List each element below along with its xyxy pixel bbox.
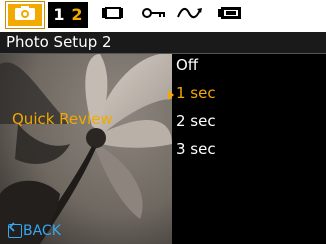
option-1-sec[interactable]: 1 sec (168, 82, 326, 108)
option-label: 1 sec (176, 84, 216, 102)
option-list: Off 1 sec 2 sec 3 sec (168, 54, 326, 244)
back-arrow-icon (8, 222, 22, 238)
menu-title-bar: Photo Setup 2 (0, 32, 326, 54)
playback-icon (176, 5, 204, 26)
page-2-tab[interactable]: 2 (68, 5, 86, 25)
tab-movie[interactable] (92, 2, 132, 28)
option-label: 3 sec (176, 140, 216, 158)
option-label: Off (176, 56, 199, 74)
tab-battery[interactable] (210, 2, 250, 28)
movie-icon (100, 5, 124, 26)
page-selector: 1 2 (48, 2, 88, 28)
back-label: BACK (23, 223, 61, 239)
key-icon (141, 5, 167, 26)
setting-name: Quick Review (12, 110, 113, 128)
camera-menu-screen: 1 2 Photo Setup 2 Quick Review BACK Off … (0, 0, 326, 244)
back-button[interactable]: BACK (8, 222, 61, 240)
option-label: 2 sec (176, 112, 216, 130)
page-1-tab[interactable]: 1 (50, 5, 68, 25)
page-title: Photo Setup 2 (6, 33, 112, 51)
selection-arrow-icon (168, 90, 174, 100)
tab-camera[interactable] (5, 1, 45, 29)
tab-playback[interactable] (170, 2, 210, 28)
menu-tab-bar: 1 2 (0, 0, 326, 32)
menu-content: Quick Review BACK Off 1 sec 2 sec 3 sec (0, 54, 326, 244)
tab-setup[interactable] (134, 2, 174, 28)
option-2-sec[interactable]: 2 sec (172, 110, 326, 136)
camera-icon (14, 5, 36, 26)
option-3-sec[interactable]: 3 sec (172, 138, 326, 164)
preview-image: Quick Review BACK (0, 54, 172, 244)
battery-icon (217, 5, 243, 26)
option-off[interactable]: Off (172, 54, 326, 80)
